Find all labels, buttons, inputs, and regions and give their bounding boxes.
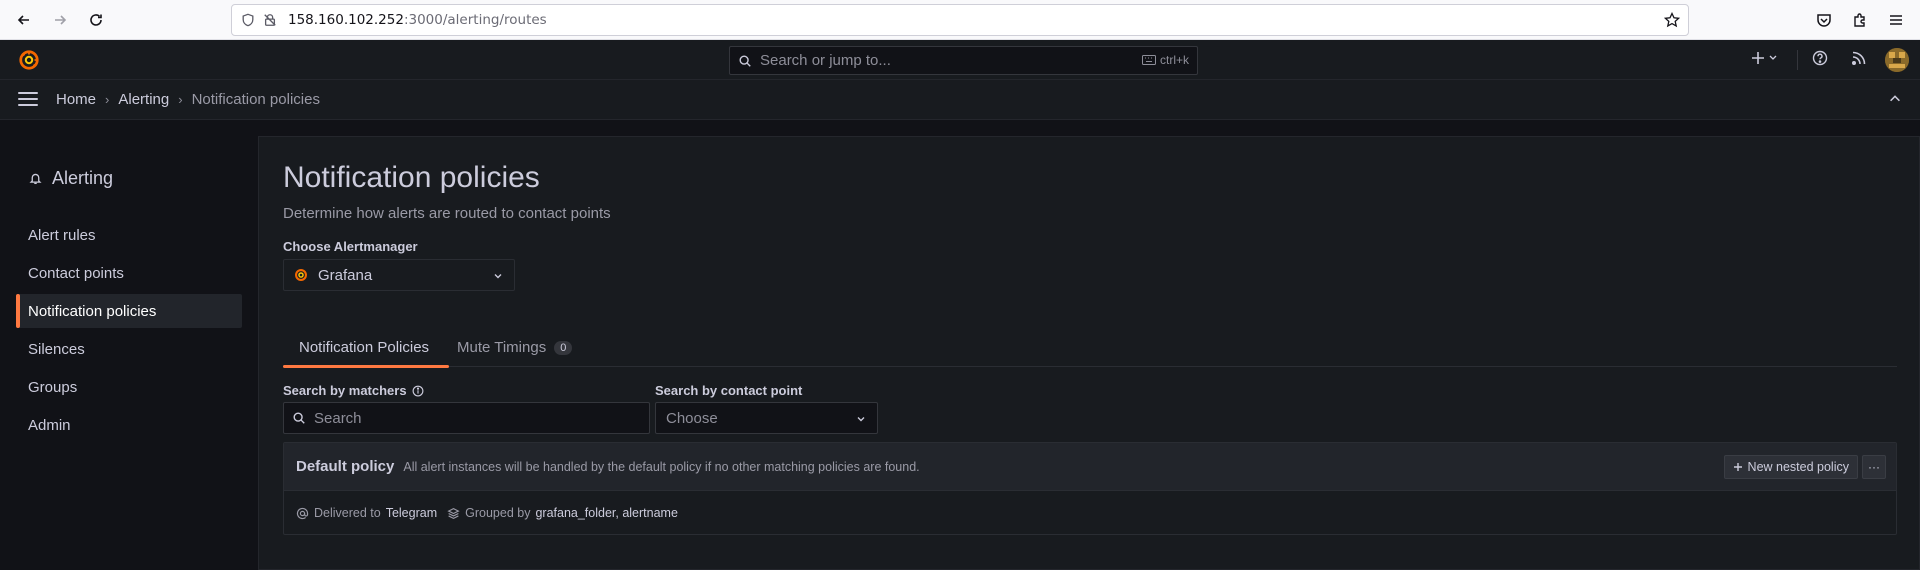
grouped-prefix: Grouped by: [465, 506, 531, 520]
plus-icon: [1752, 52, 1777, 64]
policy-description: All alert instances will be handled by t…: [403, 459, 920, 474]
sidebar-item-admin[interactable]: Admin: [16, 408, 242, 442]
url-text: 158.160.102.252:3000/alerting/routes: [288, 12, 547, 28]
breadcrumb-current: Notification policies: [191, 91, 320, 108]
grafana-logo-icon: [295, 269, 307, 281]
extensions-icon[interactable]: [1848, 8, 1872, 32]
lock-insecure-icon[interactable]: [262, 12, 278, 28]
help-icon[interactable]: [1812, 50, 1828, 66]
contact-point-select[interactable]: Choose: [655, 402, 878, 434]
at-sign-icon: [296, 507, 309, 519]
sidebar-title-text: Alerting: [52, 168, 114, 188]
sidebar-item-alert-rules[interactable]: Alert rules: [16, 218, 242, 252]
delivered-prefix: Delivered to: [314, 506, 381, 520]
policy-details: Delivered to Telegram Grouped by grafana…: [284, 491, 1896, 535]
forward-icon[interactable]: [48, 8, 72, 32]
avatar[interactable]: [1885, 48, 1909, 72]
back-icon[interactable]: [12, 8, 36, 32]
layers-icon: [447, 507, 460, 519]
hamburger-menu-icon[interactable]: [18, 92, 38, 108]
contact-point-value: Choose: [666, 409, 718, 427]
page-subtitle: Determine how alerts are routed to conta…: [283, 205, 611, 222]
pocket-icon[interactable]: [1812, 8, 1836, 32]
keyboard-icon: [1141, 55, 1156, 65]
breadcrumb-bar: Home › Alerting › Notification policies: [0, 80, 1920, 120]
sidebar-title: Alerting: [29, 168, 113, 189]
tab-mute-timings[interactable]: Mute Timings 0: [457, 333, 573, 367]
alertmanager-label: Choose Alertmanager: [283, 239, 418, 254]
plus-icon: [1733, 463, 1742, 471]
matchers-placeholder: Search: [314, 409, 362, 427]
more-options-button[interactable]: ···: [1862, 455, 1886, 479]
divider: [1797, 50, 1798, 70]
count-badge: 0: [554, 341, 573, 355]
matchers-label: Search by matchers: [283, 383, 424, 398]
search-icon: [293, 412, 305, 424]
matchers-search-input[interactable]: Search: [283, 402, 650, 434]
grafana-logo-icon[interactable]: [18, 49, 40, 71]
sidebar-item-silences[interactable]: Silences: [16, 332, 242, 366]
url-host: 158.160.102.252: [288, 12, 404, 28]
alertmanager-select[interactable]: Grafana: [283, 259, 515, 291]
tab-label: Mute Timings: [457, 339, 547, 356]
url-bar[interactable]: 158.160.102.252:3000/alerting/routes: [231, 4, 1689, 36]
sidebar-item-contact-points[interactable]: Contact points: [16, 256, 242, 290]
tab-label: Notification Policies: [299, 339, 430, 356]
contact-point-label: Search by contact point: [655, 383, 803, 398]
chevron-down-icon: [857, 417, 865, 422]
breadcrumb-home[interactable]: Home: [56, 91, 96, 108]
search-icon: [739, 54, 751, 67]
grouped-labels: grafana_folder, alertname: [535, 506, 678, 520]
chevron-up-icon[interactable]: [1888, 92, 1902, 109]
content-panel: Notification policies Determine how aler…: [258, 136, 1920, 570]
search-placeholder: Search or jump to...: [760, 52, 891, 69]
menu-icon[interactable]: [1884, 8, 1908, 32]
delivered-contact-point[interactable]: Telegram: [386, 506, 437, 520]
page-title: Notification policies: [283, 161, 540, 194]
bookmark-star-icon[interactable]: [1663, 11, 1681, 31]
add-new-button[interactable]: [1751, 50, 1779, 66]
tab-notification-policies[interactable]: Notification Policies: [283, 333, 449, 368]
shortcut-text: ctrl+k: [1159, 53, 1189, 67]
default-policy-card: Default policy All alert instances will …: [283, 442, 1897, 535]
new-nested-policy-button[interactable]: New nested policy: [1723, 455, 1858, 479]
breadcrumb-alerting[interactable]: Alerting: [118, 91, 169, 108]
breadcrumb-separator: ›: [105, 92, 110, 107]
tab-bar: Notification Policies Mute Timings 0: [283, 333, 1897, 368]
breadcrumb: Home › Alerting › Notification policies: [56, 91, 320, 108]
grafana-topbar: Search or jump to... ctrl+k: [0, 40, 1920, 80]
policy-header: Default policy All alert instances will …: [284, 443, 1896, 491]
matchers-label-text: Search by matchers: [283, 383, 407, 398]
policy-title: Default policy: [296, 458, 395, 475]
shield-icon[interactable]: [240, 12, 256, 28]
sidebar-item-notification-policies[interactable]: Notification policies: [16, 294, 242, 328]
search-bar[interactable]: Search or jump to... ctrl+k: [729, 46, 1198, 75]
sidebar-item-groups[interactable]: Groups: [16, 370, 242, 404]
chevron-down-icon: [494, 274, 502, 279]
url-path: :3000/alerting/routes: [403, 12, 547, 28]
alertmanager-value: Grafana: [318, 266, 373, 284]
bell-icon: [29, 173, 42, 185]
new-nested-policy-label: New nested policy: [1747, 460, 1849, 474]
main-area: Alerting Alert rules Contact points Noti…: [0, 120, 1920, 570]
section-sidebar: Alerting Alert rules Contact points Noti…: [0, 120, 258, 570]
browser-toolbar: 158.160.102.252:3000/alerting/routes: [0, 0, 1920, 40]
breadcrumb-separator: ›: [178, 92, 183, 107]
news-rss-icon[interactable]: [1851, 50, 1867, 66]
reload-icon[interactable]: [84, 8, 108, 32]
info-icon[interactable]: [412, 385, 424, 397]
keyboard-shortcut: ctrl+k: [1141, 53, 1189, 67]
